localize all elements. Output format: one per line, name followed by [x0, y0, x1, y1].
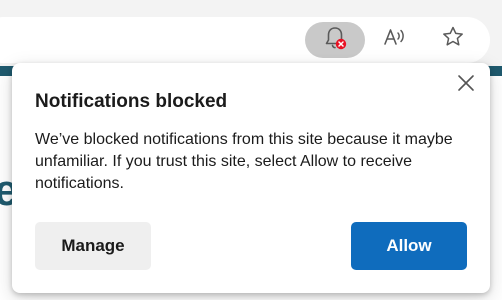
flyout-title: Notifications blocked — [35, 91, 228, 112]
notifications-blocked-button[interactable] — [305, 22, 365, 58]
browser-toolbar — [0, 0, 502, 66]
allow-button[interactable]: Allow — [351, 222, 467, 270]
read-aloud-button[interactable] — [377, 22, 411, 56]
close-icon — [456, 73, 476, 98]
close-button[interactable] — [452, 71, 480, 99]
manage-button[interactable]: Manage — [35, 222, 151, 270]
read-aloud-icon — [380, 23, 408, 56]
address-bar[interactable] — [0, 17, 490, 63]
flyout-message: We’ve blocked notifications from this si… — [35, 131, 453, 192]
notifications-blocked-flyout: Notifications blocked We’ve blocked noti… — [12, 63, 490, 293]
add-to-favorites-button[interactable] — [436, 22, 470, 56]
star-icon — [439, 23, 467, 56]
bell-blocked-icon — [321, 24, 349, 57]
